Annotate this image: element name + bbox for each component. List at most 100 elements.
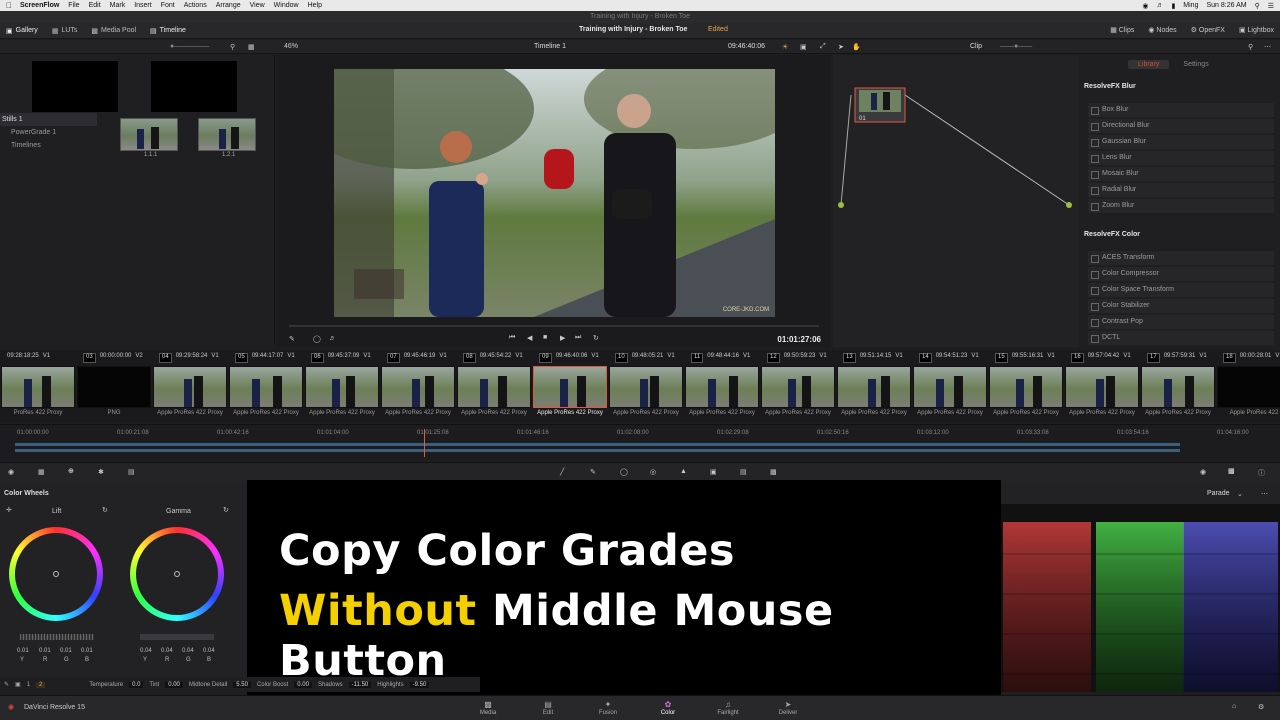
tab-media[interactable]: ▩ Media [468,700,508,716]
tab-fusion[interactable]: ✦ Fusion [588,700,628,716]
menubar-clock[interactable]: Sun 8:26 AM [1206,2,1246,9]
sidebar-item-stills[interactable]: Stills 1 [0,113,97,126]
gallery-thumb[interactable] [151,61,237,112]
3d-icon[interactable]: ▩ [770,468,777,476]
speaker-icon[interactable]: ♬ [329,335,336,342]
tab-library[interactable]: Library [1128,60,1170,69]
grid-icon[interactable]: ▦ [248,43,255,51]
lift-y-value[interactable]: 0.01 [17,648,29,654]
node-zoom-slider[interactable]: ――●―― [1000,43,1032,50]
hand-icon[interactable]: ✋ [852,43,861,51]
menu-mark[interactable]: Mark [110,2,126,9]
clip-thumbnail[interactable] [381,366,455,408]
curves-icon[interactable]: ╱ [560,468,564,476]
scopes-icon[interactable]: ▩ [1228,467,1235,475]
menu-edit[interactable]: Edit [89,2,101,9]
menu-font[interactable]: Font [161,2,175,9]
fx-item[interactable]: Contrast Pop [1088,315,1274,329]
menu-app[interactable]: ScreenFlow [20,2,59,9]
highlight-icon[interactable]: ◯ [313,335,321,343]
fx-item[interactable]: Directional Blur [1088,119,1274,133]
scope-mode-dropdown[interactable]: Parade [1207,490,1230,497]
menu-window[interactable]: Window [274,2,299,9]
reset-lift-icon[interactable]: ↻ [102,506,108,514]
tab-deliver[interactable]: ➤ Deliver [768,700,808,716]
more-icon[interactable]: ⋯ [1264,43,1271,51]
gamma-b-value[interactable]: 0.04 [203,648,215,654]
clip-thumbnail[interactable] [609,366,683,408]
mini-timeline[interactable]: 01:00:00:00 01:00:21:08 01:00:42:16 01:01:0… [0,424,1280,459]
info-icon[interactable]: ⓘ [1258,468,1265,478]
fx-item[interactable]: Lens Blur [1088,151,1274,165]
tint-value[interactable]: 0.00 [165,681,183,688]
fx-item[interactable]: Color Compressor [1088,267,1274,281]
play-reverse-icon[interactable]: ◀ [527,334,532,342]
tab-color[interactable]: ✿ Color [648,700,688,716]
apple-icon[interactable]:  [6,1,12,10]
skip-start-icon[interactable]: ⏮ [509,334,515,342]
fx-item[interactable]: ACES Transform [1088,251,1274,265]
auto-icon[interactable]: ▣ [15,681,21,688]
clip-thumbnail[interactable] [457,366,531,408]
lift-wheel-handle[interactable] [53,571,59,577]
clip-thumbnail[interactable] [1,366,75,408]
gallery-thumb[interactable] [32,61,118,112]
pointer-icon[interactable]: ➤ [838,43,844,51]
library-search-icon[interactable]: ⚲ [1248,43,1253,51]
shadows-value[interactable]: -11.50 [348,681,372,688]
zoom-dropdown[interactable]: 46% [284,43,298,50]
page-1-button[interactable]: 1 [27,682,30,688]
openfx-button[interactable]: ⚙ OpenFX [1191,26,1225,34]
eye-icon[interactable]: ◉ [1200,468,1206,476]
gamma-wheel[interactable] [130,527,224,621]
clip-thumbnail[interactable] [1065,366,1139,408]
clips-button[interactable]: ▦ Clips [1110,26,1134,34]
lift-wheel[interactable] [9,527,103,621]
tracker-icon[interactable]: ◎ [650,468,656,476]
color-match-icon[interactable]: ▦ [38,468,45,476]
settings-icon[interactable]: ⚙ [1258,703,1264,711]
fx-item[interactable]: Color Space Transform [1088,283,1274,297]
lift-master-wheel[interactable] [20,634,94,640]
skip-end-icon[interactable]: ⏭ [575,334,581,342]
nodes-button[interactable]: ◉ Nodes [1148,26,1176,34]
luts-button[interactable]: ▦ LUTs [52,27,78,35]
mode-dropdown[interactable]: Clip [970,43,982,50]
sizing-icon[interactable]: ▤ [740,468,747,476]
fx-item[interactable]: Box Blur [1088,103,1274,117]
expand-icon[interactable]: ⤢ [820,43,826,51]
wifi-icon[interactable]: ◉ [1142,2,1148,10]
clip-thumbnail[interactable] [533,366,607,408]
qualifier-icon[interactable]: ✎ [590,468,596,476]
gamma-master-wheel[interactable] [140,634,214,640]
viewer-scrubber[interactable] [289,325,819,327]
menu-actions[interactable]: Actions [184,2,207,9]
still-thumbnail[interactable] [198,118,256,151]
fx-item[interactable]: Mosaic Blur [1088,167,1274,181]
bypass-icon[interactable]: ☀ [782,43,788,51]
timeline-button[interactable]: ▤ Timeline [150,27,186,35]
key-icon[interactable]: ▣ [710,468,717,476]
list-icon[interactable]: ☰ [1268,2,1274,10]
lift-g-value[interactable]: 0.01 [60,648,72,654]
clip-thumbnail[interactable] [229,366,303,408]
gallery-button[interactable]: ▣ Gallery [6,27,38,35]
clip-thumbnail[interactable] [1141,366,1215,408]
lift-r-value[interactable]: 0.01 [39,648,51,654]
sidebar-item-timelines[interactable]: Timelines [0,139,97,152]
temperature-value[interactable]: 0.0 [129,681,144,688]
scope-settings-icon[interactable]: ⋯ [1261,490,1268,498]
clip-thumbnail[interactable] [913,366,987,408]
page-2-button[interactable]: 2 [36,681,46,688]
video-frame[interactable]: CORE-JKD.COM [334,69,775,317]
tab-settings[interactable]: Settings [1173,60,1218,69]
timeline-select[interactable]: Timeline 1 [534,43,566,50]
crosshair-icon[interactable]: ✛ [6,506,12,514]
menubar-user[interactable]: Ming [1183,2,1198,9]
tab-fairlight[interactable]: ♫ Fairlight [708,700,748,716]
lightbox-button[interactable]: ▣ Lightbox [1239,26,1274,34]
eyedropper-icon[interactable]: ✎ [289,335,295,343]
clip-thumbnail[interactable] [685,366,759,408]
clip-thumbnail[interactable] [1217,366,1280,408]
color-boost-value[interactable]: 0.00 [294,681,312,688]
